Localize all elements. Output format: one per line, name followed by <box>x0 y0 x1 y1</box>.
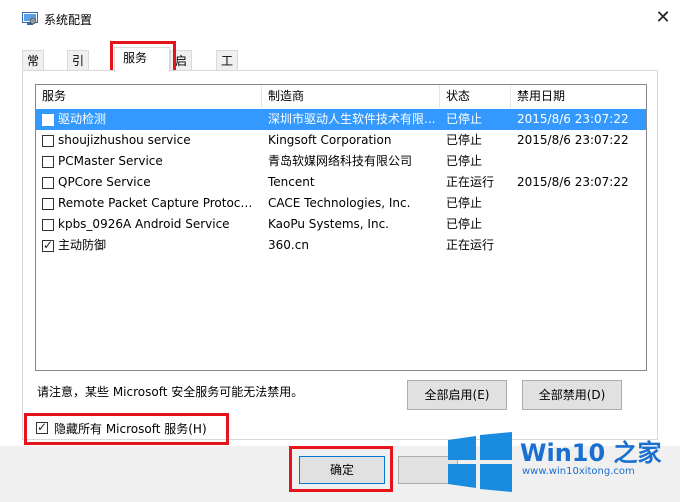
column-disabled-date[interactable]: 禁用日期 <box>511 85 646 108</box>
service-maker: CACE Technologies, Inc. <box>268 196 411 210</box>
close-icon: ✕ <box>655 7 671 28</box>
service-name: Remote Packet Capture Protocol... <box>58 196 258 210</box>
service-date <box>517 151 646 172</box>
service-name: 驱动检测 <box>58 112 107 126</box>
win10-watermark: Win10 之家 www.win10xitong.com <box>440 424 680 502</box>
service-maker: Tencent <box>268 175 315 189</box>
enable-all-button[interactable]: 全部启用(E) <box>407 380 507 410</box>
service-status: 正在运行 <box>446 175 495 189</box>
service-name: 主动防御 <box>58 238 107 252</box>
service-maker: Kingsoft Corporation <box>268 133 392 147</box>
service-date <box>517 235 646 256</box>
service-name: shoujizhushou service <box>58 133 191 147</box>
tab-boot[interactable]: 引导 <box>67 50 90 88</box>
service-name: PCMaster Service <box>58 154 163 168</box>
service-status: 已停止 <box>446 112 483 126</box>
checkmark-icon: ✓ <box>43 238 54 252</box>
table-row[interactable]: PCMaster Service 青岛软媒网络科技有限公司 已停止 <box>36 151 646 172</box>
table-row[interactable]: kpbs_0926A Android Service KaoPu Systems… <box>36 214 646 235</box>
service-name: kpbs_0926A Android Service <box>58 217 230 231</box>
note-text: 请注意，某些 Microsoft 安全服务可能无法禁用。 <box>37 385 304 399</box>
disable-all-button[interactable]: 全部禁用(D) <box>522 380 622 410</box>
column-status[interactable]: 状态 <box>440 85 511 108</box>
service-date: 2015/8/6 23:07:22 <box>517 112 629 126</box>
service-date: 2015/8/6 23:07:22 <box>517 133 629 147</box>
windows-logo-icon <box>448 432 512 492</box>
watermark-url: www.win10xitong.com <box>522 466 635 477</box>
service-status: 已停止 <box>446 217 483 231</box>
table-row[interactable]: QPCore Service Tencent 正在运行 2015/8/6 23:… <box>36 172 646 193</box>
tab-general[interactable]: 常规 <box>22 50 45 88</box>
title-bar: 系统配置 ✕ <box>0 0 680 38</box>
service-checkbox[interactable] <box>42 156 54 168</box>
list-header: 服务 制造商 状态 禁用日期 <box>36 85 646 108</box>
service-date <box>517 193 646 214</box>
service-status: 已停止 <box>446 196 483 210</box>
service-checkbox[interactable] <box>42 114 54 126</box>
table-row[interactable]: Remote Packet Capture Protocol... CACE T… <box>36 193 646 214</box>
column-service[interactable]: 服务 <box>36 85 262 108</box>
tab-tools[interactable]: 工具 <box>216 50 239 88</box>
ok-button[interactable]: 确定 <box>299 456 385 484</box>
service-maker: 深圳市驱动人生软件技术有限... <box>268 112 436 126</box>
tab-services[interactable]: 服务 <box>114 47 170 72</box>
service-checkbox[interactable] <box>42 135 54 147</box>
service-checkbox[interactable] <box>42 177 54 189</box>
tab-startup[interactable]: 启动 <box>170 50 193 88</box>
service-maker: KaoPu Systems, Inc. <box>268 217 389 231</box>
services-list[interactable]: 服务 制造商 状态 禁用日期 驱动检测 深圳市驱动人生软件技术有限... 已停止… <box>35 84 647 371</box>
service-maker: 青岛软媒网络科技有限公司 <box>268 154 413 168</box>
service-checkbox[interactable]: ✓ <box>42 238 54 252</box>
column-manufacturer[interactable]: 制造商 <box>262 85 440 108</box>
hide-ms-label: 隐藏所有 Microsoft 服务(H) <box>54 422 207 436</box>
service-date <box>517 214 646 235</box>
service-name: QPCore Service <box>58 175 151 189</box>
table-row[interactable]: ✓ 主动防御 360.cn 正在运行 <box>36 235 646 256</box>
service-status: 已停止 <box>446 133 483 147</box>
hide-ms-checkbox[interactable]: ✓ <box>36 420 48 434</box>
service-checkbox[interactable] <box>42 219 54 231</box>
watermark-title: Win10 之家 <box>520 439 662 467</box>
table-row[interactable]: shoujizhushou service Kingsoft Corporati… <box>36 130 646 151</box>
close-button[interactable]: ✕ <box>651 6 675 30</box>
checkmark-icon: ✓ <box>37 420 48 434</box>
window-title: 系统配置 <box>44 13 93 27</box>
system-config-icon <box>22 12 38 25</box>
service-date: 2015/8/6 23:07:22 <box>517 175 629 189</box>
service-checkbox[interactable] <box>42 198 54 210</box>
table-row[interactable]: 驱动检测 深圳市驱动人生软件技术有限... 已停止 2015/8/6 23:07… <box>36 109 646 130</box>
service-status: 正在运行 <box>446 238 495 252</box>
service-status: 已停止 <box>446 154 483 168</box>
service-maker: 360.cn <box>268 238 309 252</box>
